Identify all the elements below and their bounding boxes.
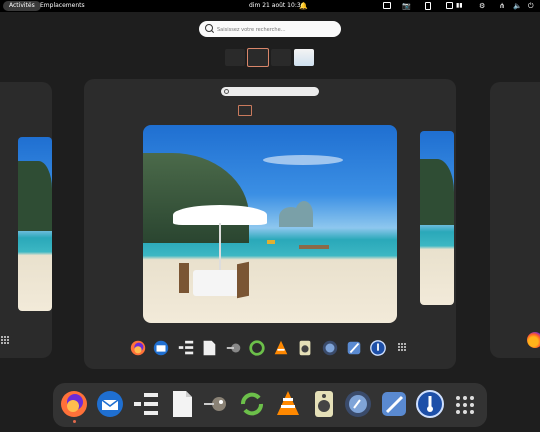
gimp-icon: [226, 343, 241, 353]
gear-icon[interactable]: ⚙: [479, 1, 485, 11]
screen-icon[interactable]: [383, 2, 391, 9]
app-grid-icon: [1, 336, 9, 344]
workspace-search-preview: [221, 87, 319, 96]
text-editor-icon[interactable]: [167, 389, 197, 419]
running-indicator: [73, 420, 76, 423]
window-thumbnail-right[interactable]: [420, 131, 454, 305]
top-panel: Activités Emplacements dim 21 août 10:34…: [0, 0, 540, 12]
search-icon: [205, 24, 213, 32]
workspace-thumbnail-2[interactable]: [247, 48, 269, 67]
places-menu[interactable]: Emplacements: [40, 1, 85, 11]
speaker-icon[interactable]: [309, 389, 339, 419]
thermometer-icon: [370, 340, 386, 356]
workspace-thumbnail-3[interactable]: [271, 49, 291, 66]
app-grid-icon: [398, 343, 406, 351]
clock[interactable]: dim 21 août 10:34: [249, 1, 304, 11]
search-entry[interactable]: [199, 21, 341, 37]
search-icon: [224, 89, 229, 94]
vlc-icon[interactable]: [273, 389, 303, 419]
workspace-indicator-preview: [238, 105, 252, 116]
notification-icon[interactable]: 🔔: [299, 1, 308, 11]
firefox-icon[interactable]: [59, 389, 89, 419]
compass-icon: [322, 340, 338, 356]
file-tree-icon: [178, 340, 194, 355]
sync-icon[interactable]: [237, 389, 267, 419]
window-icon[interactable]: [446, 2, 453, 9]
thunderbird-icon[interactable]: [95, 389, 125, 419]
speaker-icon: [299, 340, 311, 356]
activities-button[interactable]: Activités: [3, 1, 41, 11]
clipboard-icon[interactable]: [425, 2, 431, 10]
inkscape-icon: [347, 341, 361, 355]
search-input[interactable]: [215, 23, 339, 37]
inkscape-icon[interactable]: [379, 389, 409, 419]
layout-icon[interactable]: ▮▮: [456, 1, 463, 11]
workspace-thumbnail-4[interactable]: [294, 49, 314, 66]
sync-icon: [249, 340, 265, 356]
camera-icon[interactable]: 📷: [402, 1, 411, 11]
app-grid-icon[interactable]: [456, 396, 474, 414]
vlc-icon: [274, 340, 288, 355]
window-thumbnail-left[interactable]: [18, 137, 52, 311]
firefox-icon: [527, 332, 540, 348]
firefox-icon: [130, 340, 146, 356]
power-icon[interactable]: ⏻: [528, 1, 534, 11]
gimp-icon[interactable]: [201, 389, 231, 419]
compass-icon[interactable]: [343, 389, 373, 419]
umbrella: [173, 205, 267, 225]
volume-icon[interactable]: 🔈: [513, 1, 522, 11]
workspace-right[interactable]: [490, 82, 540, 358]
thermometer-icon[interactable]: [415, 389, 445, 419]
file-tree-icon[interactable]: [131, 389, 161, 419]
wallpaper-window[interactable]: [143, 125, 397, 323]
network-icon[interactable]: ⋔: [499, 1, 505, 11]
text-editor-icon: [203, 340, 216, 356]
workspace-dock-preview: [124, 334, 416, 362]
dash: [53, 383, 487, 427]
workspace-thumbnail-1[interactable]: [225, 49, 245, 66]
thunderbird-icon: [153, 340, 169, 356]
